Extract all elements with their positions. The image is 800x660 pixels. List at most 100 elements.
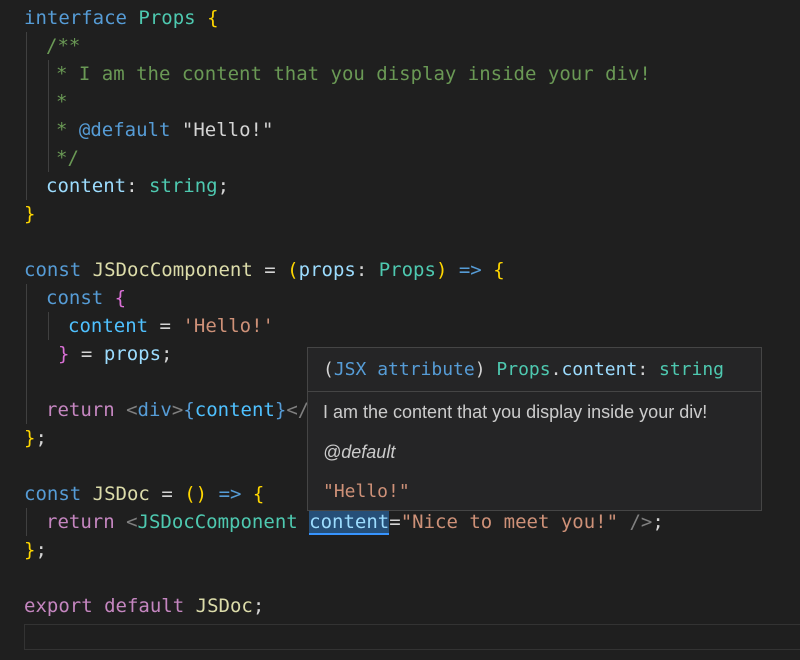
punct: : (126, 175, 138, 197)
code-line[interactable]: const JSDocComponent = (props: Props) =>… (24, 256, 505, 284)
code-line[interactable]: * (56, 88, 67, 116)
keyword: return (46, 399, 115, 421)
paren: ( (287, 259, 299, 281)
hover-default-value: "Hello!" (323, 481, 410, 502)
paren: () (184, 483, 208, 505)
brace: { (252, 483, 265, 505)
jsx-bracket: < (126, 399, 138, 421)
indent-guide (26, 32, 27, 200)
arrow: => (458, 259, 482, 281)
keyword: interface (24, 7, 127, 29)
keyword: const (24, 483, 82, 505)
punct: ; (652, 511, 664, 533)
punct: ( (323, 359, 334, 380)
variable: content (194, 399, 275, 421)
function-name: JSDoc (92, 483, 150, 505)
operator: = (161, 483, 173, 505)
operator: = (389, 511, 401, 533)
code-line[interactable]: */ (56, 144, 79, 172)
keyword: return (46, 511, 115, 533)
keyword: default (104, 595, 185, 617)
code-line[interactable]: return <div>{content}</ (46, 396, 309, 424)
punct: : (637, 359, 649, 380)
type-name: string (148, 175, 218, 197)
jsx-attribute-hovered[interactable]: content (309, 511, 390, 535)
identifier: JSDoc (195, 595, 253, 617)
code-line[interactable]: return <JSDocComponent content="Nice to … (46, 508, 664, 536)
jsx-component: JSDocComponent (137, 511, 298, 533)
code-line[interactable]: /** (46, 32, 80, 60)
hover-signature: (JSX attribute) Props.content: string (323, 356, 724, 384)
indent-guide (26, 284, 27, 424)
comment-value: "Hello!" (181, 119, 274, 141)
brace: } (24, 427, 36, 449)
operator: = (159, 315, 171, 337)
code-line[interactable]: content = 'Hello!' (68, 312, 274, 340)
jsx-bracket: < (126, 511, 138, 533)
comment: /** (46, 35, 81, 57)
punct: ; (35, 427, 47, 449)
arrow: => (218, 483, 242, 505)
comment: * (56, 119, 68, 141)
string: 'Hello!' (182, 315, 274, 337)
type-name: Props (138, 7, 196, 29)
signature-type: string (659, 359, 725, 380)
indent-guide (48, 60, 49, 172)
code-line[interactable]: } = props; (58, 340, 172, 368)
brace: } (24, 203, 36, 225)
hover-tooltip: (JSX attribute) Props.content: string I … (307, 347, 762, 511)
hover-description: I am the content that you display inside… (323, 402, 708, 422)
signature-kind: JSX attribute (333, 359, 475, 380)
jsx-tag: div (137, 399, 172, 421)
jsx-bracket: /> (629, 511, 653, 533)
code-line[interactable]: const JSDoc = () => { (24, 480, 264, 508)
variable: props (103, 343, 162, 365)
punct: . (550, 359, 562, 380)
code-line[interactable]: content: string; (46, 172, 229, 200)
brace: } (274, 399, 287, 421)
brace: { (207, 7, 219, 29)
punct: ; (252, 595, 265, 617)
keyword: const (24, 259, 82, 281)
brace: { (114, 287, 127, 309)
hover-tag: @default (323, 442, 396, 462)
indent-guide (26, 508, 27, 536)
punct: ; (161, 343, 173, 365)
comment: * I am the content that you display insi… (56, 63, 651, 85)
function-name: JSDocComponent (92, 259, 253, 281)
code-line[interactable]: export default JSDoc; (24, 592, 264, 620)
code-line[interactable]: * I am the content that you display insi… (56, 60, 651, 88)
signature-owner: Props (496, 359, 551, 380)
brace: } (24, 539, 36, 561)
signature-prop: content (561, 359, 638, 380)
brace: } (58, 343, 70, 365)
jsdoc-tag: @default (78, 119, 171, 141)
hover-divider (308, 391, 761, 392)
keyword: export (24, 595, 93, 617)
jsx-bracket: > (171, 399, 184, 421)
code-line[interactable]: const { (46, 284, 126, 312)
code-line[interactable]: } (24, 200, 35, 228)
code-line[interactable]: }; (24, 536, 47, 564)
operator: = (80, 343, 93, 365)
operator: = (264, 259, 276, 281)
variable: content (68, 315, 149, 337)
punct: ; (35, 539, 47, 561)
code-editor[interactable]: interface Props { /** * I am the content… (0, 0, 800, 660)
code-line[interactable]: }; (24, 424, 47, 452)
code-line[interactable]: interface Props { (24, 4, 219, 32)
property: content (46, 175, 127, 197)
indent-guide (48, 312, 49, 340)
brace: { (493, 259, 505, 281)
keyword: const (46, 287, 104, 309)
punct: ; (217, 175, 230, 197)
paren: ) (435, 259, 448, 281)
brace: { (183, 399, 195, 421)
code-line[interactable]: * @default "Hello!" (56, 116, 273, 144)
punct: ) (474, 359, 486, 380)
punct: : (355, 259, 368, 281)
comment: * (56, 91, 68, 113)
comment: */ (56, 147, 79, 169)
current-line-highlight[interactable] (24, 624, 800, 650)
type-name: Props (378, 259, 436, 281)
